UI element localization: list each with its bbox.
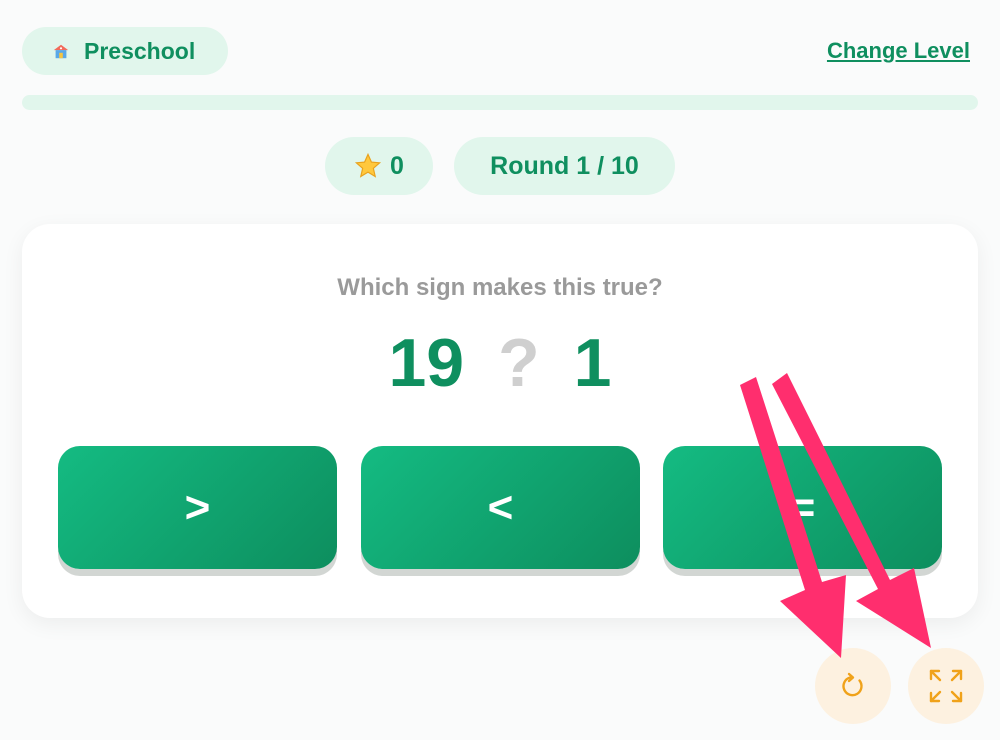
level-badge: Preschool (22, 27, 228, 75)
greater-than-button[interactable]: > (58, 446, 337, 569)
school-icon (53, 44, 69, 59)
star-icon (354, 152, 382, 178)
stars-count: 0 (390, 151, 404, 180)
question-prompt: Which sign makes this true? (337, 274, 663, 301)
mystery-sign: ? (498, 325, 540, 401)
fullscreen-icon (929, 669, 963, 703)
right-number: 1 (573, 325, 612, 401)
change-level-link[interactable]: Change Level (827, 38, 970, 64)
left-number: 19 (388, 325, 465, 401)
game-page: Preschool Change Level 0 Round 1 / 10 Wh… (0, 0, 1000, 740)
level-label: Preschool (84, 37, 196, 64)
less-than-button[interactable]: < (361, 446, 640, 569)
equation: 19 ? 1 (22, 324, 978, 402)
stars-counter: 0 (325, 137, 433, 195)
question-card: Which sign makes this true? 19 ? 1 > < = (22, 224, 978, 618)
progress-bar (22, 95, 978, 110)
restart-icon (842, 672, 863, 697)
round-counter: Round 1 / 10 (454, 137, 675, 195)
restart-button[interactable] (815, 648, 891, 724)
round-label: Round 1 / 10 (490, 151, 639, 180)
fullscreen-button[interactable] (908, 648, 984, 724)
equal-button[interactable]: = (663, 446, 942, 569)
